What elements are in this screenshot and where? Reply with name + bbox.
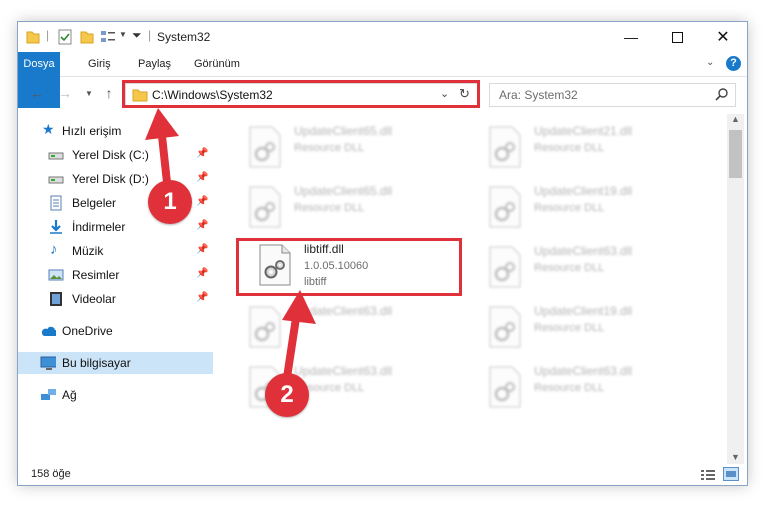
callout-badge-1: 1 — [148, 180, 192, 224]
callout-arrows — [145, 108, 316, 388]
callout-badge-2: 2 — [265, 373, 309, 417]
